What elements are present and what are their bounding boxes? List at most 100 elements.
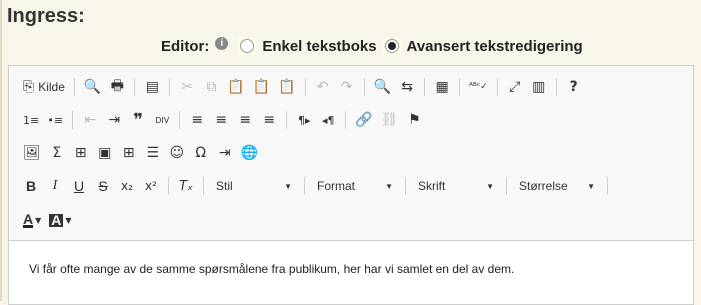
toolbar-separator xyxy=(555,78,557,96)
paste-word-icon[interactable]: 📋 xyxy=(274,75,299,99)
cut-icon[interactable]: ✂ xyxy=(175,75,199,99)
radio-simple-textbox-label[interactable]: Enkel tekstboks xyxy=(262,38,376,55)
undo-icon[interactable]: ↶ xyxy=(311,75,335,99)
table-icon[interactable]: ⊞ xyxy=(117,141,141,165)
text-color-button[interactable]: A ▼ xyxy=(19,208,45,232)
copy-icon[interactable]: ⧉ xyxy=(199,75,223,99)
print-icon[interactable]: 🖶 xyxy=(105,75,129,99)
text-color-icon: A xyxy=(23,210,34,228)
smiley-icon[interactable]: ☺ xyxy=(165,141,189,165)
radio-advanced-editor-label[interactable]: Avansert tekstredigering xyxy=(407,38,583,55)
toolbar-separator xyxy=(169,78,171,96)
subscript-icon[interactable]: x₂ xyxy=(115,174,139,198)
form-icon[interactable]: ▣ xyxy=(93,141,117,165)
editor-content-text[interactable]: Vi får ofte mange av de samme spørsmålen… xyxy=(29,262,514,276)
sigma-icon[interactable]: Σ xyxy=(45,141,69,165)
toolbar-separator xyxy=(134,78,136,96)
size-dropdown[interactable]: Størrelse ▼ xyxy=(512,175,602,197)
superscript-icon[interactable]: x² xyxy=(139,174,163,198)
underline-icon[interactable]: U xyxy=(67,174,91,198)
toolbar-separator xyxy=(506,177,507,195)
format-dropdown-label: Format xyxy=(317,179,356,193)
toolbar-separator xyxy=(179,111,181,129)
radio-advanced-editor-circle[interactable] xyxy=(384,39,399,53)
chevron-down-icon: ▼ xyxy=(385,181,393,191)
numbered-list-icon[interactable]: 1≡ xyxy=(19,108,43,132)
insert-chart-icon[interactable]: ⊞ xyxy=(69,141,93,165)
remove-format-icon[interactable]: Tₓ xyxy=(174,174,198,198)
text-direction-rtl-icon[interactable]: ◂¶ xyxy=(316,108,340,132)
toolbar-separator xyxy=(304,177,305,195)
toolbar-separator xyxy=(405,177,406,195)
source-button[interactable]: ⎘ Kilde xyxy=(19,75,69,99)
blockquote-icon[interactable]: ❞ xyxy=(126,108,150,132)
justify-icon[interactable]: ≡ xyxy=(257,108,281,132)
redo-icon[interactable]: ↷ xyxy=(335,75,359,99)
show-blocks-icon[interactable]: ▥ xyxy=(527,75,551,99)
paste-icon[interactable]: 📋 xyxy=(223,75,248,99)
toolbar-separator xyxy=(607,177,608,195)
size-dropdown-label: Størrelse xyxy=(519,179,568,193)
special-character-icon[interactable]: Ω xyxy=(189,141,213,165)
toolbar-row-2: 1≡ •≡ ⇤ ⇥ ❞ DIV ≡ ≡ ≡ ≡ ¶▸ ◂¶ 🔗 ⛓ ⚑ xyxy=(19,106,426,134)
find-icon[interactable]: 🔍 xyxy=(370,75,395,99)
rich-text-editor: ⎘ Kilde 🔍 🖶 ▤ ✂ ⧉ 📋 📋 📋 ↶ ↷ 🔍 ⇆ ▦ ᴬᴮᶜ✓ ⤢… xyxy=(8,65,694,305)
paste-text-icon[interactable]: 📋 xyxy=(249,75,274,99)
toolbar-row-4: B I U S x₂ x² Tₓ Stil ▼ Format ▼ Skrift … xyxy=(19,172,613,200)
spellcheck-icon[interactable]: ᴬᴮᶜ✓ xyxy=(465,75,492,99)
strikethrough-icon[interactable]: S xyxy=(91,174,115,198)
bulleted-list-icon[interactable]: •≡ xyxy=(43,108,67,132)
background-color-button[interactable]: A ▼ xyxy=(45,208,75,232)
radio-advanced-editor[interactable] xyxy=(382,37,401,55)
bold-icon[interactable]: B xyxy=(19,174,43,198)
radio-simple-textbox[interactable] xyxy=(238,37,257,55)
anchor-flag-icon[interactable]: ⚑ xyxy=(402,108,426,132)
info-icon[interactable]: i xyxy=(215,36,229,50)
font-dropdown-label: Skrift xyxy=(418,179,446,193)
font-dropdown[interactable]: Skrift ▼ xyxy=(411,175,501,197)
replace-icon[interactable]: ⇆ xyxy=(395,75,419,99)
toolbar-separator xyxy=(168,177,169,195)
source-label: Kilde xyxy=(38,80,65,94)
toolbar-separator xyxy=(73,78,75,96)
toolbar-row-5: A ▼ A ▼ xyxy=(19,206,76,234)
toolbar-separator xyxy=(496,78,498,96)
text-direction-ltr-icon[interactable]: ¶▸ xyxy=(292,108,316,132)
toolbar-separator xyxy=(363,78,365,96)
outdent-icon[interactable]: ⇤ xyxy=(78,108,102,132)
italic-icon[interactable]: I xyxy=(43,174,67,198)
toolbar-separator xyxy=(304,78,306,96)
editor-mode-row: Editor: i Enkel tekstboks Avansert tekst… xyxy=(161,34,589,58)
editor-toolbar: ⎘ Kilde 🔍 🖶 ▤ ✂ ⧉ 📋 📋 📋 ↶ ↷ 🔍 ⇆ ▦ ᴬᴮᶜ✓ ⤢… xyxy=(9,66,693,241)
align-right-icon[interactable]: ≡ xyxy=(233,108,257,132)
toolbar-separator xyxy=(203,177,204,195)
style-dropdown[interactable]: Stil ▼ xyxy=(209,175,299,197)
radio-simple-textbox-circle[interactable] xyxy=(240,39,255,53)
toolbar-row-1: ⎘ Kilde 🔍 🖶 ▤ ✂ ⧉ 📋 📋 📋 ↶ ↷ 🔍 ⇆ ▦ ᴬᴮᶜ✓ ⤢… xyxy=(19,73,586,101)
about-icon[interactable]: ? xyxy=(562,75,586,99)
iframe-globe-icon[interactable]: 🌐 xyxy=(237,141,262,165)
page-break-icon[interactable]: ⇥ xyxy=(213,141,237,165)
maximize-icon[interactable]: ⤢ xyxy=(503,75,527,99)
chevron-down-icon: ▼ xyxy=(284,181,292,191)
style-dropdown-label: Stil xyxy=(216,179,233,193)
toolbar-separator xyxy=(459,78,461,96)
indent-icon[interactable]: ⇥ xyxy=(102,108,126,132)
image-icon[interactable]: 🖼 xyxy=(19,141,45,165)
chevron-down-icon: ▼ xyxy=(587,181,595,191)
editor-label: Editor: xyxy=(161,37,210,55)
horizontal-rule-icon[interactable]: ☰ xyxy=(141,141,165,165)
toolbar-separator xyxy=(72,111,74,129)
chevron-down-icon: ▼ xyxy=(35,215,42,225)
unlink-icon[interactable]: ⛓ xyxy=(377,108,403,132)
select-all-icon[interactable]: ▦ xyxy=(430,75,454,99)
align-left-icon[interactable]: ≡ xyxy=(185,108,209,132)
create-div-icon[interactable]: DIV xyxy=(150,108,174,132)
format-dropdown[interactable]: Format ▼ xyxy=(310,175,400,197)
templates-icon[interactable]: ▤ xyxy=(140,75,164,99)
chevron-down-icon: ▼ xyxy=(486,181,494,191)
ingress-title: Ingress: xyxy=(7,5,85,27)
preview-icon[interactable]: 🔍 xyxy=(80,75,105,99)
align-center-icon[interactable]: ≡ xyxy=(209,108,233,132)
link-icon[interactable]: 🔗 xyxy=(351,108,376,132)
